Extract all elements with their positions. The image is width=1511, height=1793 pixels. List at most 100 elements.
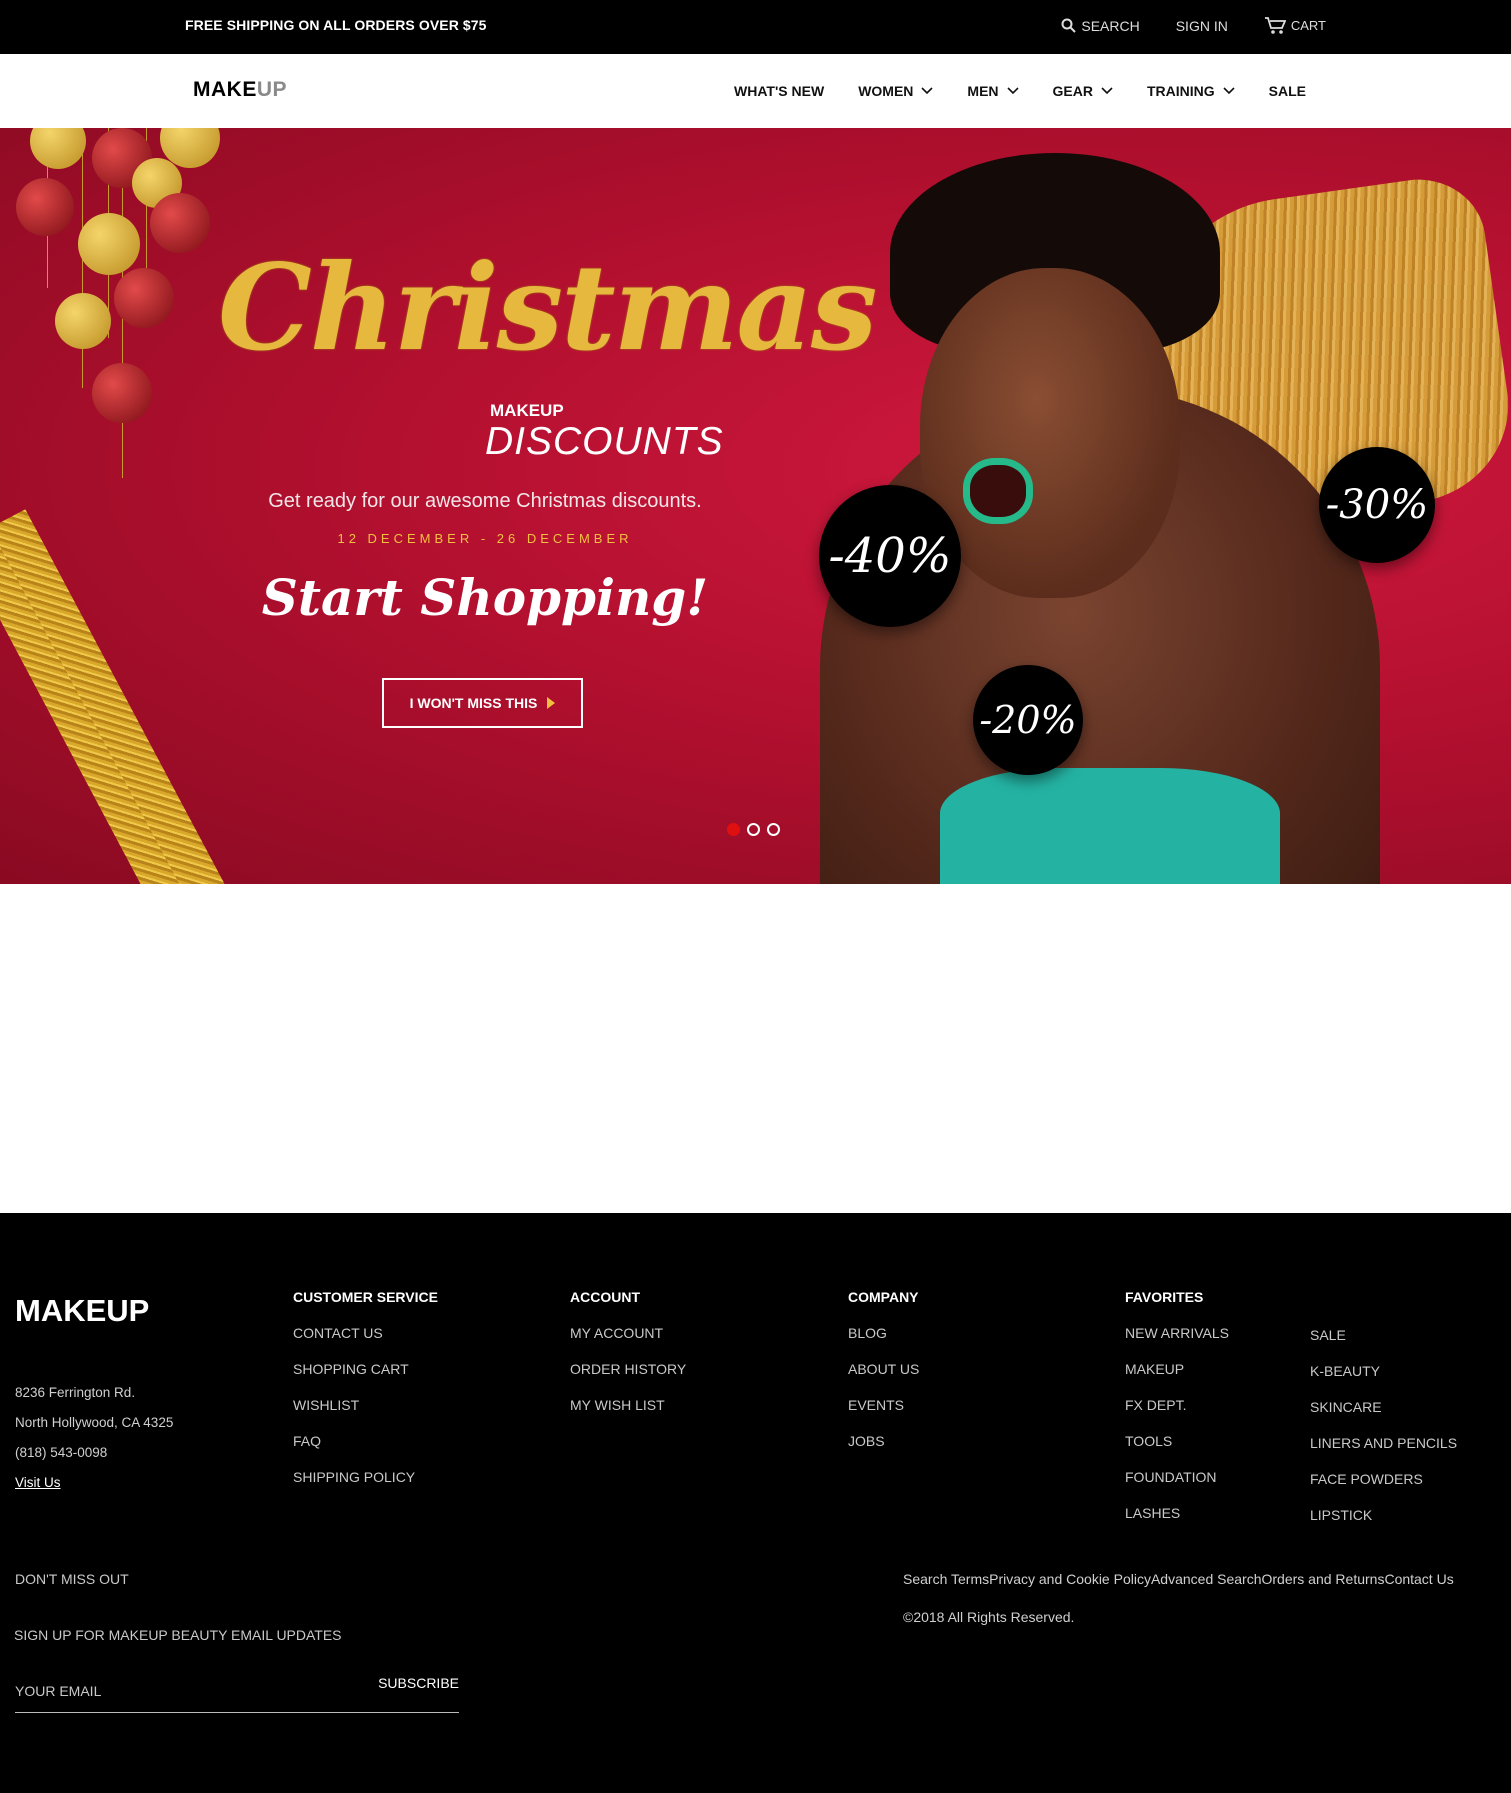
ornament-red [114, 268, 174, 328]
footer-link[interactable]: BLOG [848, 1325, 919, 1361]
nav-label: SALE [1268, 83, 1306, 99]
col-title: ACCOUNT [570, 1289, 640, 1305]
slide-dot-2[interactable] [747, 823, 760, 836]
chevron-down-icon [1006, 87, 1019, 95]
top-bar: FREE SHIPPING ON ALL ORDERS OVER $75 SEA… [0, 0, 1511, 54]
footer-bottom-link[interactable]: Orders and Returns [1262, 1571, 1385, 1587]
nav-training[interactable]: TRAINING [1147, 83, 1235, 99]
address-line-2: North Hollywood, CA 4325 [15, 1415, 174, 1430]
start-shopping-script: Start Shopping! [261, 568, 709, 627]
footer-link[interactable]: NEW ARRIVALS [1125, 1325, 1229, 1361]
address-line-1: 8236 Ferrington Rd. [15, 1385, 136, 1400]
footer-link[interactable]: K-BEAUTY [1310, 1363, 1457, 1399]
footer-link[interactable]: MY WISH LIST [570, 1397, 686, 1433]
nav-label: GEAR [1052, 83, 1093, 99]
footer-col-account: ACCOUNT MY ACCOUNT ORDER HISTORY MY WISH… [570, 1289, 686, 1433]
footer-link[interactable]: CONTACT US [293, 1325, 438, 1361]
christmas-script-title: Christmas [218, 238, 877, 377]
search-link[interactable]: SEARCH [1061, 18, 1140, 34]
footer-link[interactable]: SHOPPING CART [293, 1361, 438, 1397]
email-field[interactable]: YOUR EMAIL [15, 1683, 101, 1699]
footer-link[interactable]: ABOUT US [848, 1361, 919, 1397]
hero-discounts: DISCOUNTS [485, 420, 724, 463]
footer-link[interactable]: FAQ [293, 1433, 438, 1469]
chevron-down-icon [921, 87, 933, 95]
hero-banner[interactable]: Christmas MAKEUP DISCOUNTS Get ready for… [0, 128, 1511, 884]
footer-col-customer-service: CUSTOMER SERVICE CONTACT US SHOPPING CAR… [293, 1289, 438, 1505]
newsletter-heading: SIGN UP FOR MAKEUP BEAUTY EMAIL UPDATES [14, 1627, 342, 1643]
logo-up: UP [256, 78, 288, 101]
hero-makeup: MAKEUP [490, 401, 564, 420]
footer-col-favorites: FAVORITES NEW ARRIVALS MAKEUP FX DEPT. T… [1125, 1289, 1229, 1541]
slide-dot-1[interactable] [727, 823, 740, 836]
footer-link[interactable]: SKINCARE [1310, 1399, 1457, 1435]
footer-link[interactable]: EVENTS [848, 1397, 919, 1433]
footer-link[interactable]: MY ACCOUNT [570, 1325, 686, 1361]
nav-gear[interactable]: GEAR [1053, 83, 1113, 99]
nav-label: WHAT'S NEW [734, 83, 825, 99]
cart-icon [1264, 16, 1286, 35]
footer-logo[interactable]: MAKEUP [15, 1293, 149, 1329]
play-triangle-icon [547, 697, 556, 709]
footer-bottom-link[interactable]: Contact Us [1384, 1571, 1453, 1587]
footer-link[interactable]: ORDER HISTORY [570, 1361, 686, 1397]
ornament-gold [30, 128, 86, 169]
dont-miss-out: DON'T MISS OUT [15, 1571, 129, 1587]
cart-link[interactable]: CART [1264, 16, 1326, 35]
chevron-down-icon [1223, 87, 1235, 95]
hero-cta-button[interactable]: I WON'T MISS THIS [382, 678, 583, 728]
ornament-red [16, 178, 74, 236]
visit-us-link[interactable]: Visit Us [15, 1468, 173, 1498]
discount-badge-30: -30% [1319, 447, 1435, 563]
subscribe-button[interactable]: SUBSCRIBE [378, 1675, 459, 1691]
main-header: MAKEUP WHAT'S NEW WOMEN MEN GEAR TRAININ… [0, 54, 1511, 128]
footer-bottom-links: Search Terms Privacy and Cookie Policy A… [903, 1571, 1454, 1587]
slide-dot-3[interactable] [767, 823, 780, 836]
slider-dots [727, 823, 780, 836]
nav-whats-new[interactable]: WHAT'S NEW [734, 83, 824, 99]
footer-bottom-link[interactable]: Search Terms [903, 1571, 989, 1587]
footer-link[interactable]: WISHLIST [293, 1397, 438, 1433]
cta-label: I WON'T MISS THIS [409, 695, 538, 711]
col-title: FAVORITES [1125, 1289, 1204, 1305]
footer-link[interactable]: MAKEUP [1125, 1361, 1229, 1397]
hero-tagline: Get ready for our awesome Christmas disc… [268, 490, 702, 512]
nav-label: WOMEN [858, 83, 914, 99]
model-mouth [963, 458, 1033, 524]
footer-link[interactable]: FX DEPT. [1125, 1397, 1229, 1433]
hero-dates: 12 DECEMBER - 26 DECEMBER [337, 531, 633, 546]
footer-link[interactable]: JOBS [848, 1433, 919, 1469]
footer-link[interactable]: SALE [1310, 1327, 1457, 1363]
col-title: COMPANY [848, 1289, 919, 1305]
ornament-gold [55, 293, 111, 349]
model-top [940, 768, 1280, 884]
site-footer: MAKEUP 8236 Ferrington Rd. North Hollywo… [0, 1213, 1511, 1793]
nav-women[interactable]: WOMEN [858, 83, 933, 99]
footer-bottom-link[interactable]: Advanced Search [1151, 1571, 1262, 1587]
footer-link[interactable]: LINERS AND PENCILS [1310, 1435, 1457, 1471]
footer-link[interactable]: LASHES [1125, 1505, 1229, 1541]
footer-link[interactable]: FACE POWDERS [1310, 1471, 1457, 1507]
site-logo[interactable]: MAKEUP [193, 78, 287, 102]
footer-address: 8236 Ferrington Rd. North Hollywood, CA … [15, 1378, 173, 1498]
footer-bottom-link[interactable]: Privacy and Cookie Policy [989, 1571, 1151, 1587]
nav-label: TRAINING [1146, 83, 1215, 99]
phone: (818) 543-0098 [15, 1445, 108, 1460]
cart-label: CART [1290, 18, 1326, 33]
footer-link[interactable]: SHIPPING POLICY [293, 1469, 438, 1505]
footer-link[interactable]: TOOLS [1125, 1433, 1229, 1469]
search-icon [1061, 18, 1077, 33]
nav-label: MEN [967, 83, 999, 99]
logo-make: MAKE [193, 78, 257, 101]
nav-men[interactable]: MEN [967, 83, 1019, 99]
discount-badge-20: -20% [973, 665, 1083, 775]
ornament-gold [78, 213, 140, 275]
ornament-red [92, 363, 152, 423]
nav-sale[interactable]: SALE [1269, 83, 1306, 99]
newsletter-form: YOUR EMAIL SUBSCRIBE [15, 1675, 459, 1713]
footer-link[interactable]: FOUNDATION [1125, 1469, 1229, 1505]
free-shipping-promo: FREE SHIPPING ON ALL ORDERS OVER $75 [185, 17, 487, 33]
ornament-red [150, 193, 210, 253]
sign-in-link[interactable]: SIGN IN [1176, 18, 1228, 34]
footer-link[interactable]: LIPSTICK [1310, 1507, 1457, 1543]
